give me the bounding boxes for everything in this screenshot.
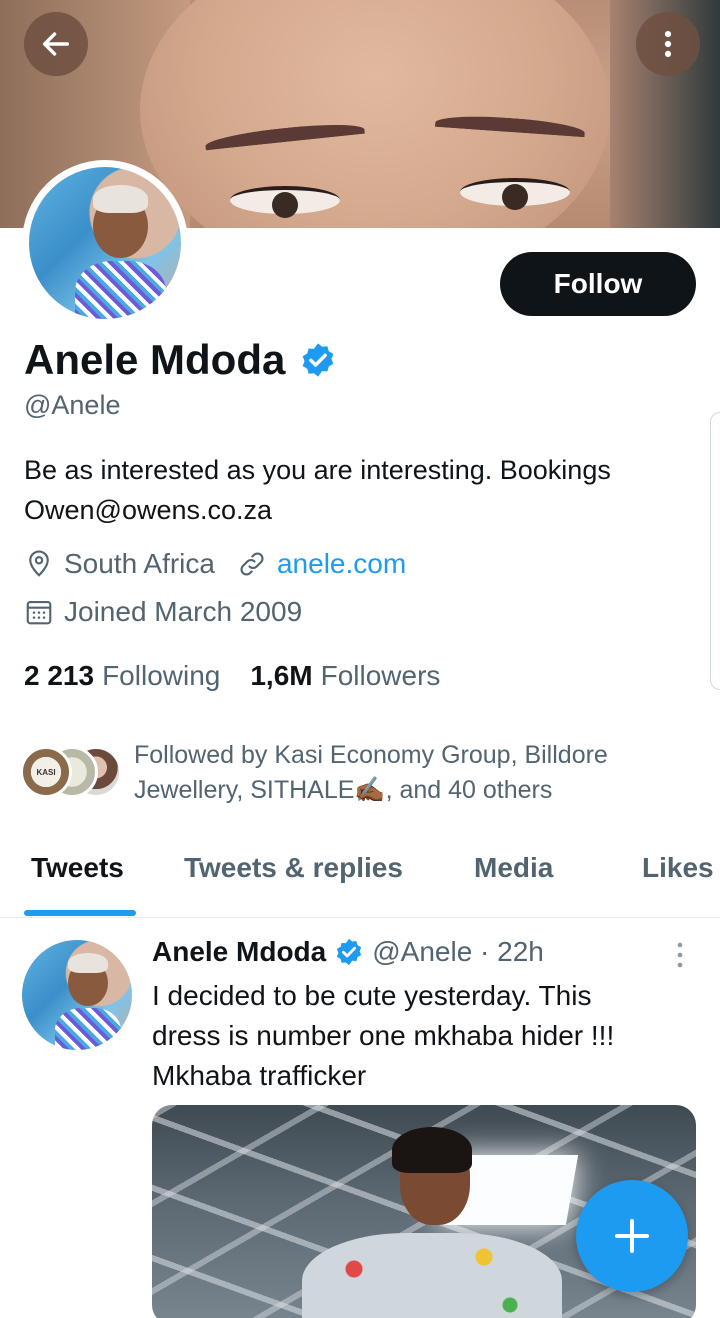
followed-by-line: Jewellery, SITHALE✍🏾, and 40 others [134,776,553,804]
calendar-icon [26,600,52,625]
tweet-avatar[interactable] [22,940,132,1050]
tab-tweets-and-replies[interactable]: Tweets & replies [184,852,403,884]
following-stat[interactable]: 2 213 Following [24,660,220,692]
active-tab-indicator [24,910,136,916]
kasi-logo-text: KASI [36,767,56,777]
profile-joined-date: Joined March 2009 [64,596,303,627]
followed-by-line: Followed by Kasi Economy Group, Billdore [134,741,608,769]
profile-website-link[interactable]: anele.com [277,548,406,580]
follower-avatar: KASI [20,746,72,798]
profile-tabs: Tweets Tweets & replies Media Likes [0,830,720,918]
compose-tweet-button[interactable] [576,1180,688,1292]
followers-label: Followers [320,660,441,691]
profile-bio: Be as interested as you are interesting.… [24,450,704,530]
tab-tweets[interactable]: Tweets [31,852,124,884]
profile-meta-joined-row: Joined March 2009 [24,596,302,628]
plus-icon [615,1219,649,1253]
more-vertical-icon [664,30,672,58]
back-button[interactable] [24,12,88,76]
location-pin-icon [29,550,49,577]
profile-location: South Africa [64,548,215,579]
verified-badge-icon [337,938,362,966]
followed-by-text: Followed by Kasi Economy Group, Billdore… [134,738,608,808]
tweet-text: I decided to be cute yesterday. This dre… [152,976,692,1096]
profile-stats: 2 213 Following 1,6M Followers [24,660,470,692]
followed-by-avatars: KASI [20,746,130,798]
follow-button[interactable]: Follow [500,252,696,316]
profile-name-row: Anele Mdoda [24,336,337,384]
more-options-button[interactable] [636,12,700,76]
profile-name: Anele Mdoda [24,336,286,383]
following-label: Following [102,660,221,691]
bio-line: Owen@owens.co.za [24,495,273,525]
profile-handle: @Anele [24,390,121,420]
profile-avatar[interactable] [22,160,188,326]
followers-count: 1,6M [250,660,313,691]
arrow-left-icon [42,32,70,56]
tweet-header: Anele Mdoda @Anele · 22h [152,936,544,968]
profile-meta-location-row: South Africa anele.com [24,548,406,580]
tweet-text-line: dress is number one mkhaba hider !!! [152,1020,615,1051]
tweet-handle-time: @Anele · 22h [372,936,544,967]
scroll-handle[interactable] [710,412,720,690]
tweet-text-line: I decided to be cute yesterday. This [152,980,592,1011]
more-vertical-icon[interactable] [668,940,692,970]
following-count: 2 213 [24,660,95,691]
bio-line: Be as interested as you are interesting.… [24,455,611,485]
verified-badge-icon [303,343,334,377]
tab-likes[interactable]: Likes [642,852,714,884]
tab-media[interactable]: Media [474,852,553,884]
link-icon [240,552,264,576]
tweet-text-line: Mkhaba trafficker [152,1060,367,1091]
followers-stat[interactable]: 1,6M Followers [250,660,440,692]
tweet-author-name[interactable]: Anele Mdoda [152,936,326,968]
